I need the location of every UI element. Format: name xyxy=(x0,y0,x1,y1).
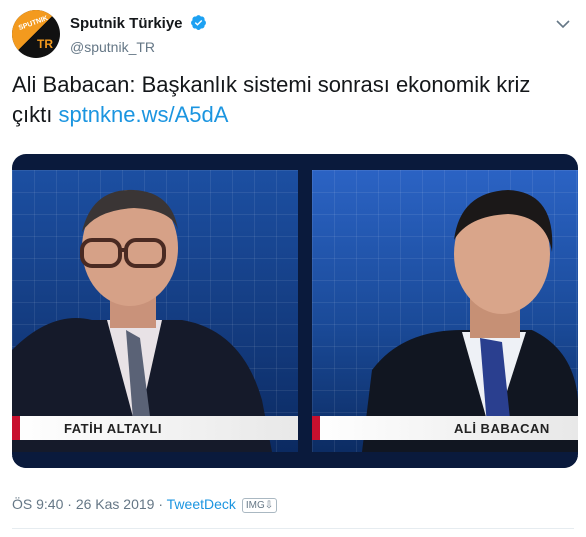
chevron-down-icon[interactable] xyxy=(556,16,570,34)
tweet-date[interactable]: 26 Kas 2019 xyxy=(76,496,155,512)
display-name[interactable]: Sputnik Türkiye xyxy=(70,15,183,32)
tweet-time[interactable]: ÖS 9:40 xyxy=(12,496,63,512)
video-panel-right: ALİ BABACAN xyxy=(312,170,578,452)
tweet-source-link[interactable]: TweetDeck xyxy=(167,496,236,512)
caption-right: ALİ BABACAN xyxy=(454,421,550,436)
tweet-text: Ali Babacan: Başkanlık sistemi sonrası e… xyxy=(12,70,572,130)
guest-figure xyxy=(362,190,578,452)
media-bottom-strip xyxy=(12,456,578,468)
tweet-meta: ÖS 9:40 · 26 Kas 2019 · TweetDeck IMG⇩ xyxy=(12,496,278,513)
img-download-badge[interactable]: IMG⇩ xyxy=(241,498,278,513)
meta-separator: · xyxy=(63,496,76,512)
tweet-media-image[interactable]: FATİH ALTAYLI ALİ BABACAN xyxy=(12,154,578,468)
presenter-figure xyxy=(12,189,272,452)
caption-bar-left: FATİH ALTAYLI xyxy=(12,416,298,440)
caption-left: FATİH ALTAYLI xyxy=(64,421,162,436)
account-handle[interactable]: @sputnik_TR xyxy=(70,39,207,55)
account-info: Sputnik Türkiye @sputnik_TR xyxy=(70,14,207,55)
tweet-header: SPUTNIK TR Sputnik Türkiye @sputnik_TR xyxy=(12,10,572,60)
caption-bar-right: ALİ BABACAN xyxy=(312,416,578,440)
verified-badge-icon xyxy=(190,14,207,36)
meta-separator: · xyxy=(154,496,167,512)
tweet-link[interactable]: sptnkne.ws/A5dA xyxy=(58,102,228,127)
video-panel-left: FATİH ALTAYLI xyxy=(12,170,298,452)
avatar-logo-tr: TR xyxy=(37,37,53,51)
divider xyxy=(12,528,574,529)
avatar[interactable]: SPUTNIK TR xyxy=(12,10,60,58)
